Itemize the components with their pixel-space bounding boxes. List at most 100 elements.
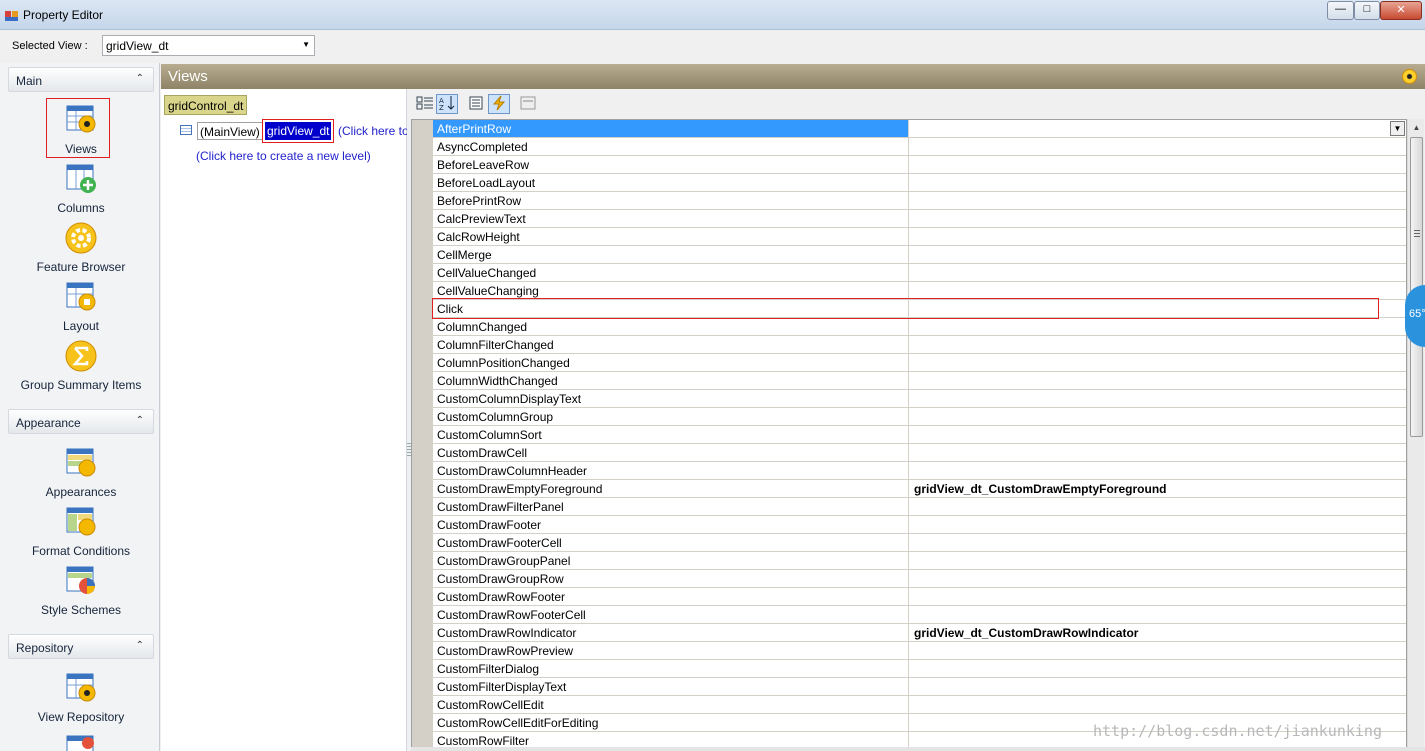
property-value[interactable] [910, 426, 1406, 443]
property-row[interactable]: ColumnChanged [433, 318, 1406, 336]
property-name[interactable]: CustomDrawEmptyForeground [433, 480, 909, 497]
property-name[interactable]: ColumnFilterChanged [433, 336, 909, 353]
property-name[interactable]: ColumnPositionChanged [433, 354, 909, 371]
chevron-down-icon[interactable]: ▼ [1390, 121, 1405, 136]
property-name[interactable]: CustomDrawColumnHeader [433, 462, 909, 479]
property-name[interactable]: CustomColumnSort [433, 426, 909, 443]
property-value[interactable] [910, 138, 1406, 155]
property-value[interactable] [910, 318, 1406, 335]
property-name[interactable]: CustomDrawGroupPanel [433, 552, 909, 569]
property-row[interactable]: CustomDrawEmptyForeground gridView_dt_Cus… [433, 480, 1406, 498]
selected-view-combo[interactable]: gridView_dt ▼ [102, 35, 315, 56]
property-row[interactable]: CustomDrawRowFooterCell [433, 606, 1406, 624]
nav-item-style-schemes[interactable]: Style Schemes [8, 564, 154, 617]
property-row[interactable]: CustomFilterDisplayText [433, 678, 1406, 696]
property-value[interactable] [910, 210, 1406, 227]
property-name[interactable]: CustomRowCellEditForEditing [433, 714, 909, 731]
property-row[interactable]: CustomDrawRowIndicator gridView_dt_Custom… [433, 624, 1406, 642]
vertical-scrollbar[interactable]: ▲ [1407, 119, 1424, 751]
property-name[interactable]: ColumnWidthChanged [433, 372, 909, 389]
nav-item-group-summary-items[interactable]: Group Summary Items [8, 339, 154, 392]
properties-button[interactable] [465, 94, 487, 114]
property-name[interactable]: CustomColumnGroup [433, 408, 909, 425]
property-row[interactable]: CustomDrawColumnHeader [433, 462, 1406, 480]
property-name[interactable]: BeforePrintRow [433, 192, 909, 209]
selected-view-node[interactable]: gridView_dt [261, 119, 335, 143]
property-name[interactable]: CustomDrawRowFooterCell [433, 606, 909, 623]
property-name[interactable]: CalcRowHeight [433, 228, 909, 245]
property-row[interactable]: CustomFilterDialog [433, 660, 1406, 678]
property-name[interactable]: CustomFilterDialog [433, 660, 909, 677]
property-name[interactable]: CustomDrawFilterPanel [433, 498, 909, 515]
property-value[interactable] [910, 264, 1406, 281]
property-row[interactable]: CustomDrawCell [433, 444, 1406, 462]
property-name[interactable]: BeforeLeaveRow [433, 156, 909, 173]
property-row[interactable]: CalcRowHeight [433, 228, 1406, 246]
create-level-link[interactable]: (Click here to create a new level) [196, 149, 371, 163]
property-value[interactable] [910, 408, 1406, 425]
property-name[interactable]: CustomDrawGroupRow [433, 570, 909, 587]
property-pages-button[interactable] [517, 94, 539, 114]
property-name[interactable]: ColumnChanged [433, 318, 909, 335]
property-row[interactable]: BeforeLeaveRow [433, 156, 1406, 174]
property-row[interactable]: ColumnWidthChanged [433, 372, 1406, 390]
property-value[interactable] [910, 174, 1406, 191]
property-value[interactable] [910, 336, 1406, 353]
property-row[interactable]: CalcPreviewText [433, 210, 1406, 228]
property-row[interactable]: BeforePrintRow [433, 192, 1406, 210]
property-value[interactable]: gridView_dt_CustomDrawEmptyForeground [910, 480, 1406, 497]
categorized-button[interactable] [414, 94, 436, 114]
maximize-button[interactable]: □ [1354, 1, 1380, 20]
group-header-repository[interactable]: Repository ⌃ [8, 634, 154, 659]
property-value[interactable]: gridView_dt_CustomDrawRowIndicator [910, 624, 1406, 641]
property-row[interactable]: AsyncCompleted [433, 138, 1406, 156]
property-name[interactable]: AsyncCompleted [433, 138, 909, 155]
property-name[interactable]: CustomDrawCell [433, 444, 909, 461]
alphabetical-button[interactable]: AZ [436, 94, 458, 114]
property-row[interactable]: CustomRowCellEdit [433, 696, 1406, 714]
property-row[interactable]: ColumnFilterChanged [433, 336, 1406, 354]
property-name[interactable]: CustomDrawFooter [433, 516, 909, 533]
property-value[interactable] [910, 228, 1406, 245]
nav-item-format-conditions[interactable]: Format Conditions [8, 505, 154, 558]
floating-badge[interactable]: 65° [1405, 285, 1425, 347]
click-here-link[interactable]: (Click here to [338, 124, 407, 138]
property-name[interactable]: CellMerge [433, 246, 909, 263]
property-value[interactable] [910, 120, 1406, 137]
property-row[interactable]: AfterPrintRow ▼ [433, 120, 1406, 138]
property-value[interactable] [910, 696, 1406, 713]
property-value[interactable] [910, 354, 1406, 371]
property-name[interactable]: CustomFilterDisplayText [433, 678, 909, 695]
property-name[interactable]: CustomDrawRowFooter [433, 588, 909, 605]
minimize-button[interactable]: — [1327, 1, 1354, 20]
property-name[interactable]: CalcPreviewText [433, 210, 909, 227]
property-value[interactable] [910, 246, 1406, 263]
chevron-up-icon[interactable]: ⌃ [136, 73, 144, 84]
property-value[interactable] [910, 588, 1406, 605]
main-view-node[interactable]: (MainView) [197, 122, 263, 140]
nav-item-feature-browser[interactable]: Feature Browser [8, 221, 154, 274]
property-value[interactable] [910, 192, 1406, 209]
property-value[interactable] [910, 390, 1406, 407]
property-row[interactable]: CustomDrawFooterCell [433, 534, 1406, 552]
property-name[interactable]: BeforeLoadLayout [433, 174, 909, 191]
property-name[interactable]: CustomDrawFooterCell [433, 534, 909, 551]
property-name[interactable]: CustomDrawRowPreview [433, 642, 909, 659]
property-value[interactable] [910, 516, 1406, 533]
chevron-up-icon[interactable]: ⌃ [136, 640, 144, 651]
grid-control-node[interactable]: gridControl_dt [164, 95, 248, 115]
property-name[interactable]: CustomColumnDisplayText [433, 390, 909, 407]
property-value[interactable] [910, 660, 1406, 677]
property-row[interactable]: CustomDrawFilterPanel [433, 498, 1406, 516]
property-row[interactable]: CustomDrawRowFooter [433, 588, 1406, 606]
property-value[interactable] [910, 462, 1406, 479]
property-value[interactable] [910, 372, 1406, 389]
nav-item-columns[interactable]: Columns [8, 162, 154, 215]
property-value[interactable] [910, 642, 1406, 659]
property-value[interactable] [910, 678, 1406, 695]
property-row[interactable]: ColumnPositionChanged [433, 354, 1406, 372]
chevron-up-icon[interactable]: ⌃ [136, 415, 144, 426]
property-value[interactable] [910, 498, 1406, 515]
eye-icon[interactable] [1402, 69, 1417, 84]
scroll-up-icon[interactable]: ▲ [1408, 119, 1425, 136]
